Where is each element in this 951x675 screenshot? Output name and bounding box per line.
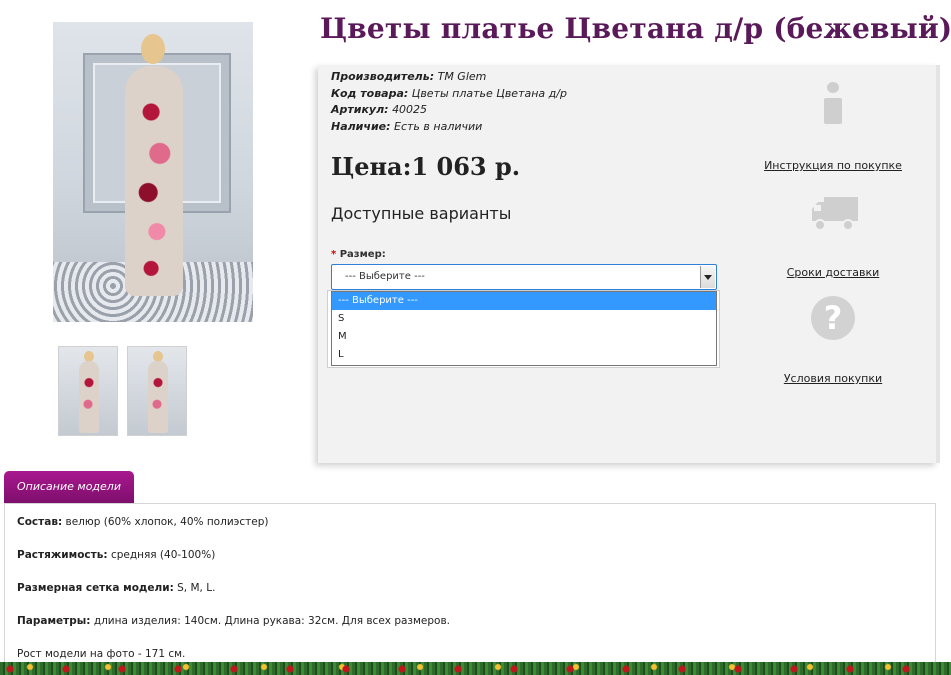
params-line: Параметры: длина изделия: 140см. Длина р…: [17, 615, 450, 627]
article-row: Артикул: 40025: [331, 102, 567, 119]
required-mark: *: [331, 249, 337, 260]
terms-item: Условия покупки: [763, 367, 903, 386]
product-title: Цветы платье Цветана д/р (бежевый): [320, 12, 951, 45]
model-dress: [125, 66, 183, 296]
delivery-link[interactable]: Сроки доставки: [787, 266, 880, 279]
size-option-m[interactable]: M: [332, 328, 716, 346]
chevron-down-icon[interactable]: [700, 266, 715, 288]
composition-line: Состав: велюр (60% хлопок, 40% полиэстер…: [17, 516, 269, 528]
product-main-image[interactable]: [53, 22, 253, 322]
sizes-line: Размерная сетка модели: S, M, L.: [17, 582, 215, 594]
thumb-dress: [79, 361, 99, 433]
variants-heading: Доступные варианты: [331, 204, 512, 223]
info-icon-bar: [824, 98, 842, 124]
manufacturer-row: Производитель: ТМ Glem: [331, 69, 567, 86]
params-value: длина изделия: 140см. Длина рукава: 32см…: [93, 615, 451, 627]
truck-icon[interactable]: [810, 193, 860, 233]
question-icon[interactable]: ?: [811, 296, 855, 340]
size-option-s[interactable]: S: [332, 310, 716, 328]
composition-value: велюр (60% хлопок, 40% полиэстер): [65, 516, 269, 528]
info-icon[interactable]: [822, 82, 844, 124]
code-value: Цветы платье Цветана д/р: [411, 86, 567, 100]
stretch-value: средняя (40-100%): [110, 549, 216, 561]
code-label: Код товара:: [331, 86, 409, 100]
composition-label: Состав:: [17, 516, 63, 528]
product-meta: Производитель: ТМ Glem Код товара: Цветы…: [331, 69, 567, 135]
manufacturer-value: ТМ Glem: [437, 70, 487, 83]
size-select[interactable]: --- Выберите ---: [331, 264, 717, 290]
thumb-dress: [148, 361, 168, 433]
model-head: [141, 34, 165, 64]
size-select-value: --- Выберите ---: [345, 271, 425, 282]
size-label: * Размер:: [331, 249, 386, 260]
description-panel: Состав: велюр (60% хлопок, 40% полиэстер…: [4, 503, 936, 675]
params-label: Параметры:: [17, 615, 91, 627]
festive-garland: [0, 662, 951, 675]
model-height-line: Рост модели на фото - 171 см.: [17, 648, 186, 660]
info-icon-dot: [827, 82, 839, 93]
stretch-label: Растяжимость:: [17, 549, 108, 561]
product-thumbnail-1[interactable]: [58, 346, 118, 436]
instruction-item: Инструкция по покупке: [763, 154, 903, 173]
code-row: Код товара: Цветы платье Цветана д/р: [331, 86, 567, 103]
manufacturer-label: Производитель:: [331, 70, 435, 83]
article-value: 40025: [392, 103, 428, 116]
size-label-text: Размер:: [339, 249, 386, 260]
terms-link[interactable]: Условия покупки: [784, 372, 882, 385]
size-option-l[interactable]: L: [332, 346, 716, 364]
article-label: Артикул:: [331, 103, 389, 116]
stretch-line: Растяжимость: средняя (40-100%): [17, 549, 215, 561]
delivery-item: Сроки доставки: [763, 261, 903, 280]
panel-edge: [936, 65, 940, 463]
sizes-value: S, M, L.: [177, 582, 216, 594]
instruction-link[interactable]: Инструкция по покупке: [764, 159, 902, 172]
sizes-label: Размерная сетка модели:: [17, 582, 174, 594]
tab-description[interactable]: Описание модели: [4, 471, 134, 503]
product-thumbnail-2[interactable]: [127, 346, 187, 436]
stock-row: Наличие: Есть в наличии: [331, 119, 567, 136]
stock-label: Наличие:: [331, 119, 391, 133]
size-dropdown-list[interactable]: --- Выберите --- S M L: [331, 291, 717, 366]
product-price: Цена:1 063 р.: [331, 152, 521, 181]
stock-value: Есть в наличии: [394, 119, 483, 133]
size-option-placeholder[interactable]: --- Выберите ---: [332, 292, 716, 310]
